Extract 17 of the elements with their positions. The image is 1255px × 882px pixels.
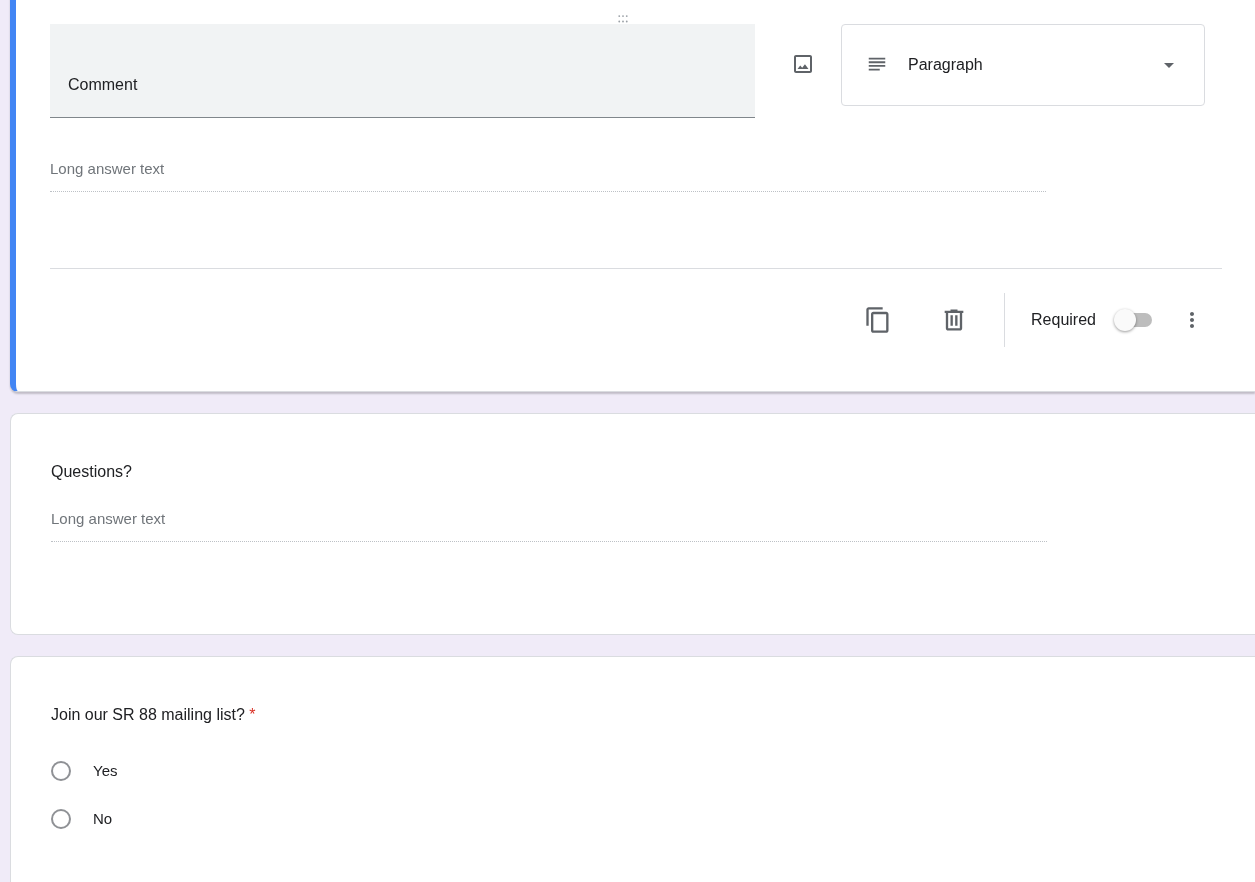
more-vertical-icon	[1190, 312, 1194, 328]
radio-button[interactable]	[51, 809, 71, 829]
option-label: Yes	[93, 760, 118, 781]
required-toggle[interactable]	[1114, 308, 1154, 332]
radio-button[interactable]	[51, 761, 71, 781]
answer-field[interactable]: Long answer text	[51, 508, 1047, 542]
question-title: Join our SR 88 mailing list? *	[51, 705, 257, 725]
option-label: No	[93, 808, 113, 829]
question-title-field[interactable]: Comment	[50, 24, 755, 118]
answer-field[interactable]: Long answer text	[50, 158, 1046, 192]
required-label: Required	[1031, 310, 1096, 330]
more-options-button[interactable]	[1190, 312, 1194, 328]
caret-icon	[1164, 62, 1174, 68]
question-title: Questions?	[51, 462, 133, 482]
question-type-dropdown[interactable]: Paragraph	[841, 24, 1205, 106]
add-image-button[interactable]	[791, 52, 815, 76]
image-icon	[791, 52, 815, 76]
